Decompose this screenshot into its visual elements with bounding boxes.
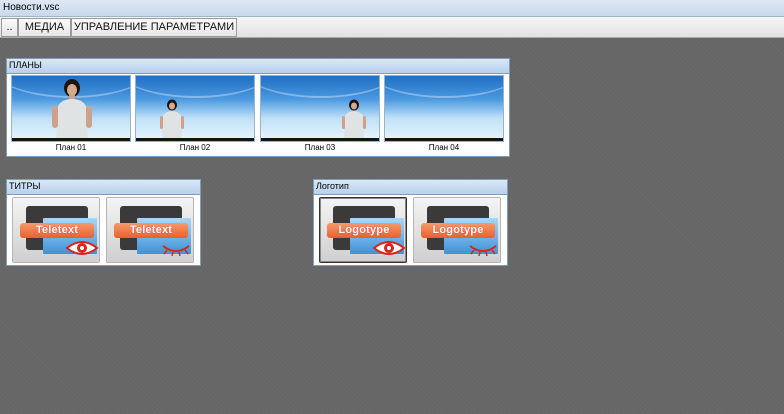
logotype-hide-button[interactable]: Logotype — [413, 197, 501, 263]
teletext-hide-button[interactable]: Teletext — [106, 197, 194, 263]
logo-panel: Логотип Logotype Logotype — [313, 179, 508, 266]
media-tab[interactable]: МЕДИА — [18, 18, 71, 37]
plan-label: План 02 — [179, 143, 211, 152]
titles-panel: ТИТРЫ Teletext Teletext — [6, 179, 201, 266]
tile-label: Logotype — [421, 223, 495, 238]
plan-label: План 04 — [428, 143, 460, 152]
menu-bar: .. МЕДИА УПРАВЛЕНИЕ ПАРАМЕТРАМИ — [0, 17, 784, 38]
tile-label: Teletext — [114, 223, 188, 238]
plans-panel-title: ПЛАНЫ — [7, 59, 509, 74]
presenter-figure — [52, 79, 92, 141]
plan-thumbnail[interactable]: План 03 — [260, 75, 380, 155]
presenter-figure — [342, 99, 366, 140]
teletext-show-button[interactable]: Teletext — [12, 197, 100, 263]
tile-label: Teletext — [20, 223, 94, 238]
plan-preview — [135, 75, 255, 142]
logo-panel-title: Логотип — [314, 180, 507, 195]
plan-preview — [384, 75, 504, 142]
parameters-tab[interactable]: УПРАВЛЕНИЕ ПАРАМЕТРАМИ — [71, 18, 237, 37]
titles-panel-title: ТИТРЫ — [7, 180, 200, 195]
logotype-show-button[interactable]: Logotype — [319, 197, 407, 263]
back-button[interactable]: .. — [1, 18, 18, 37]
presenter-figure — [160, 99, 184, 140]
closed-eye-icon — [162, 245, 190, 257]
window-title: Новости.vsc — [3, 2, 60, 13]
window-titlebar: Новости.vsc — [0, 0, 784, 17]
plan-label: План 03 — [304, 143, 336, 152]
tile-label: Logotype — [327, 223, 401, 238]
closed-eye-icon — [469, 245, 497, 257]
eye-icon — [65, 241, 99, 255]
plans-panel: ПЛАНЫ План 01 План 02 План 03 План 04 — [6, 58, 510, 157]
plan-preview — [260, 75, 380, 142]
plan-thumbnail[interactable]: План 01 — [11, 75, 131, 155]
plan-label: План 01 — [55, 143, 87, 152]
plan-thumbnail[interactable]: План 02 — [135, 75, 255, 155]
eye-icon — [372, 241, 406, 255]
plan-preview — [11, 75, 131, 142]
plan-thumbnail[interactable]: План 04 — [384, 75, 504, 155]
